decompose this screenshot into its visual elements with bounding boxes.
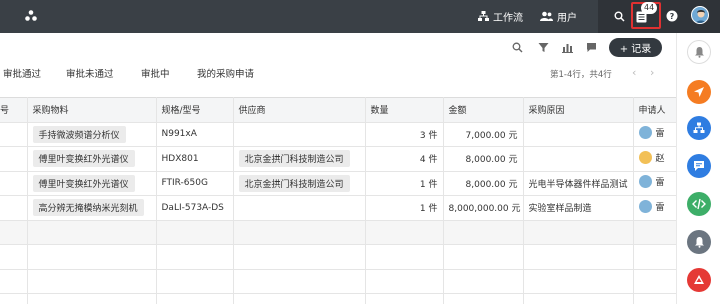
nav-workflow-label: 工作流 [493,13,523,24]
search-icon[interactable] [611,8,627,24]
users-icon [540,11,553,21]
send-icon[interactable] [687,80,711,104]
nav-users[interactable]: 用户 [540,0,577,33]
nav-workflow[interactable]: 工作流 [478,0,523,33]
amount-cell: 8,000,000.00 元 [443,195,524,221]
pager-summary: 第1-4行，共4行 [550,70,612,80]
help-icon[interactable]: ? [664,8,680,24]
applicant[interactable]: 雷 [638,199,665,213]
col-header-applicant[interactable]: 申请人 [633,97,676,123]
reason-cell [523,122,634,147]
task-count-badge: 44 [641,2,658,14]
col-header-model[interactable]: 规格/型号 [156,97,234,123]
supplier-tag[interactable]: 北京金拱门科技制造公司 [238,174,350,192]
applicant[interactable]: 赵 [638,150,665,164]
add-record-button[interactable]: + 记录 [609,38,662,57]
user-avatar[interactable] [691,6,709,24]
quantity-cell: 1 件 [365,195,444,221]
empty-row [0,293,676,304]
tab-my-requests[interactable]: 我的采购申请 [197,66,254,80]
model-cell: DaLI-573A-DS [156,195,234,221]
table-row[interactable]: 手持微波频谱分析仪 N991xA 3 件 7,000.00 元 雷 [0,122,676,147]
bell-icon[interactable] [687,40,711,64]
table-row[interactable]: 傅里叶变换红外光谱仪 HDX801 北京金拱门科技制造公司 4 件 8,000.… [0,146,676,172]
applicant[interactable]: 雷 [638,126,665,140]
applicant-name: 雷 [655,178,665,189]
amount-cell: 8,000.00 元 [443,171,524,196]
table-row[interactable]: 高分辨无掩模纳米光刻机 DaLI-573A-DS 1 件 8,000,000.0… [0,195,676,221]
amount-cell: 7,000.00 元 [443,122,524,147]
applicant-name: 雷 [655,129,665,140]
table-row[interactable]: 傅里叶变换红外光谱仪 FTIR-650G 北京金拱门科技制造公司 1 件 8,0… [0,171,676,196]
empty-row [0,269,676,294]
svg-text:?: ? [670,12,675,21]
avatar [638,199,652,213]
prev-page-icon[interactable]: ‹ [632,66,636,79]
material-tag[interactable]: 高分辨无掩模纳米光刻机 [32,199,144,217]
applicant-name: 雷 [655,202,665,213]
org-chart-icon[interactable] [687,116,711,140]
search-icon[interactable] [510,40,524,54]
amount-cell: 8,000.00 元 [443,146,524,172]
applicant-name: 赵 [655,153,665,164]
material-tag[interactable]: 傅里叶变换红外光谱仪 [32,150,135,168]
data-table: 号 采购物料 规格/型号 供应商 数量 金额 采购原因 申请人 手持微波频谱分析… [0,97,676,304]
col-header-number[interactable]: 号 [0,97,28,123]
code-icon[interactable] [687,192,711,216]
flow-icon [478,11,489,21]
model-cell: FTIR-650G [156,171,234,196]
quantity-cell: 1 件 [365,171,444,196]
quantity-cell: 3 件 [365,122,444,147]
app-logo-icon[interactable] [687,268,711,292]
empty-row [0,244,676,270]
tab-approved[interactable]: 审批通过 [3,66,41,80]
chat-icon[interactable] [687,154,711,178]
app-logo-icon[interactable] [24,9,38,23]
tab-rejected[interactable]: 审批未通过 [66,66,114,80]
nav-users-label: 用户 [557,13,577,24]
supplier-cell [233,195,366,221]
material-tag[interactable]: 手持微波频谱分析仪 [32,125,126,143]
col-header-amount[interactable]: 金额 [443,97,524,123]
col-header-supplier[interactable]: 供应商 [233,97,366,123]
quantity-cell: 4 件 [365,146,444,172]
avatar [638,175,652,189]
avatar [638,126,652,140]
next-page-icon[interactable]: › [650,66,654,79]
avatar [638,150,652,164]
model-cell: N991xA [156,122,234,147]
col-header-material[interactable]: 采购物料 [27,97,157,123]
chart-icon[interactable] [560,40,574,54]
col-header-reason[interactable]: 采购原因 [523,97,634,123]
material-tag[interactable]: 傅里叶变换红外光谱仪 [32,174,135,192]
reason-cell: 实验室样品制造 [523,195,634,221]
empty-row [0,220,676,245]
supplier-cell [233,122,366,147]
table-header-row: 号 采购物料 规格/型号 供应商 数量 金额 采购原因 申请人 [0,97,676,123]
comment-icon[interactable] [584,40,598,54]
tab-pending[interactable]: 审批中 [141,66,170,80]
notification-icon[interactable] [687,230,711,254]
reason-cell [523,146,634,172]
supplier-tag[interactable]: 北京金拱门科技制造公司 [238,150,350,168]
reason-cell: 光电半导体器件样品测试 [523,171,634,196]
model-cell: HDX801 [156,146,234,172]
applicant[interactable]: 雷 [638,175,665,189]
col-header-quantity[interactable]: 数量 [365,97,444,123]
filter-icon[interactable] [536,40,550,54]
